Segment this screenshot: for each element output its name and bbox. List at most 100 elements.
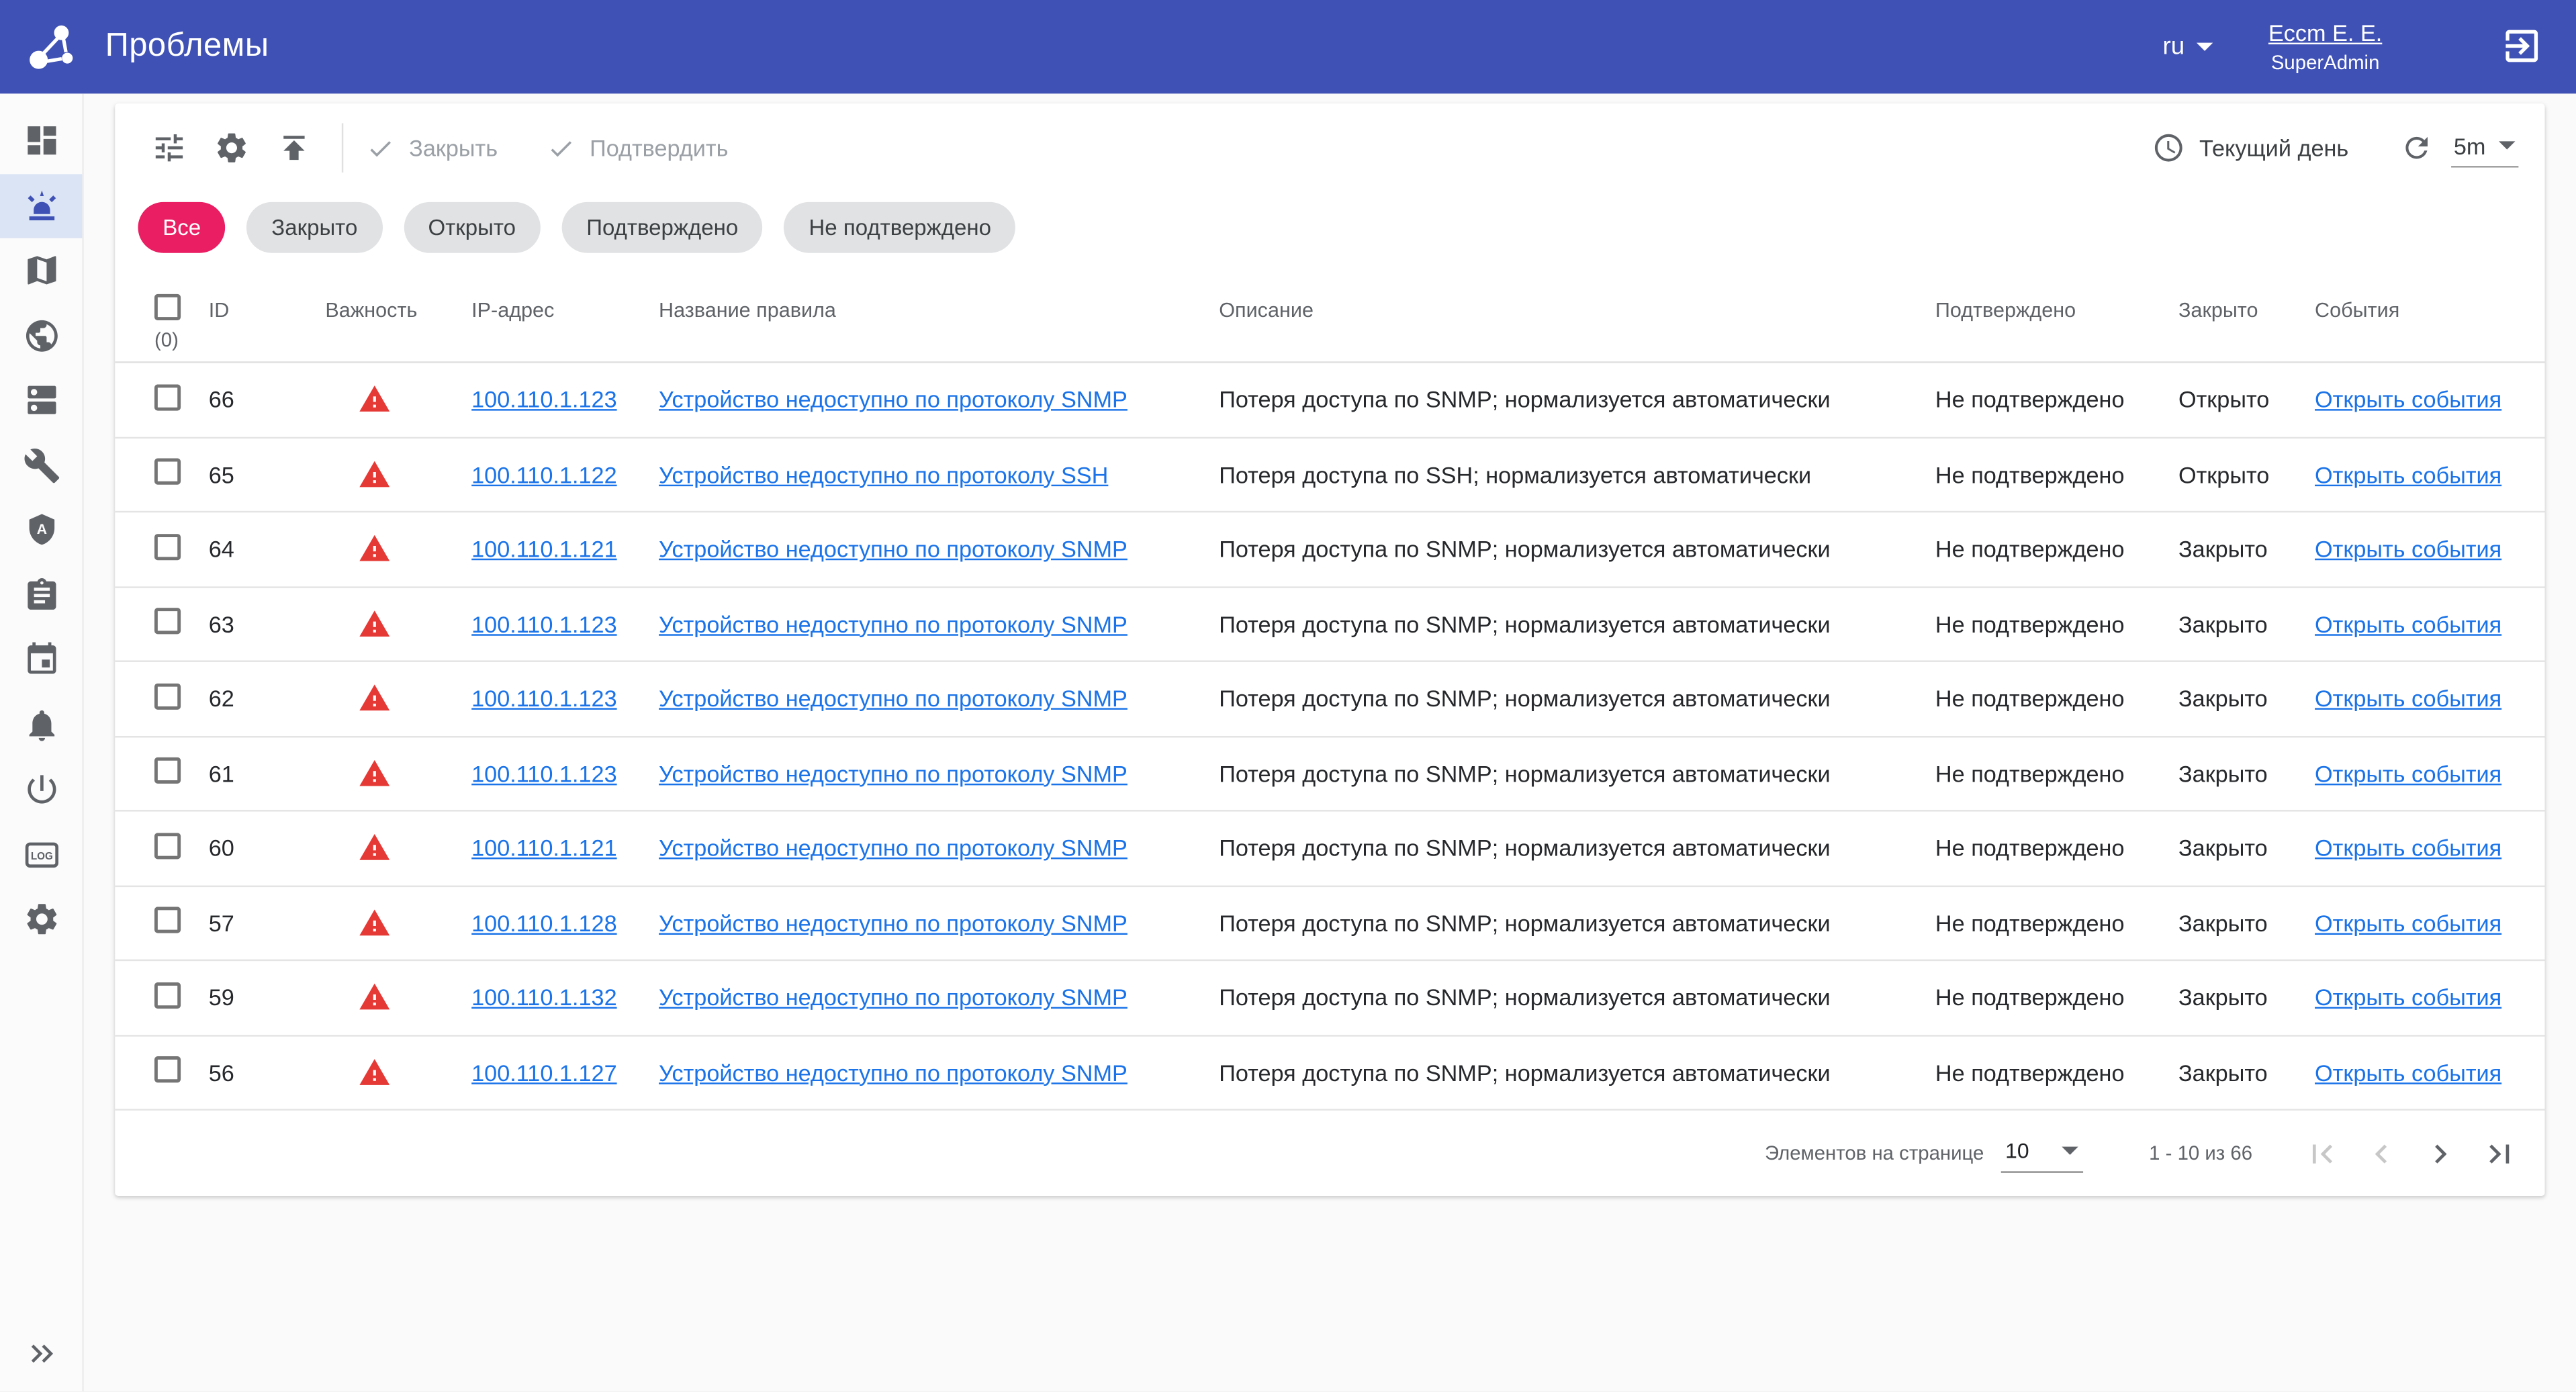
cell-severity (325, 757, 471, 790)
open-events-link[interactable]: Открыть события (2315, 387, 2501, 413)
sidebar-item-power[interactable] (0, 757, 82, 823)
row-checkbox[interactable] (154, 982, 181, 1008)
open-events-link[interactable]: Открыть события (2315, 610, 2501, 637)
filter-chip[interactable]: Открыто (404, 202, 541, 253)
filter-chip[interactable]: Закрыто (247, 202, 382, 253)
ip-address-link[interactable]: 100.110.1.121 (471, 536, 617, 562)
open-events-link[interactable]: Открыть события (2315, 760, 2501, 786)
page-size-value: 10 (2005, 1138, 2029, 1162)
sidebar-item-maps[interactable] (0, 238, 82, 304)
logout-button[interactable] (2500, 26, 2543, 68)
ip-address-link[interactable]: 100.110.1.128 (471, 910, 617, 936)
refresh-button[interactable] (2391, 123, 2440, 172)
rule-name-link[interactable]: Устройство недоступно по протоколу SNMP (659, 387, 1128, 413)
row-checkbox[interactable] (154, 907, 181, 933)
sidebar-expand-button[interactable] (0, 1326, 82, 1381)
column-header-events: События (2315, 294, 2545, 322)
cell-acknowledged: Не подтверждено (1935, 835, 2178, 861)
rule-name-link[interactable]: Устройство недоступно по протоколу SNMP (659, 610, 1128, 637)
ip-address-link[interactable]: 100.110.1.123 (471, 610, 617, 637)
row-checkbox[interactable] (154, 459, 181, 485)
open-events-link[interactable]: Открыть события (2315, 686, 2501, 712)
row-checkbox[interactable] (154, 1057, 181, 1083)
select-all-checkbox[interactable] (154, 294, 181, 320)
filter-chip-label: Подтверждено (586, 215, 738, 240)
cell-description: Потеря доступа по SNMP; нормализуется ав… (1219, 1059, 1935, 1085)
cell-description: Потеря доступа по SNMP; нормализуется ав… (1219, 835, 1935, 861)
export-button[interactable] (263, 117, 325, 179)
cell-description: Потеря доступа по SNMP; нормализуется ав… (1219, 760, 1935, 786)
close-problems-button[interactable]: Закрыть (367, 134, 498, 162)
filter-chip[interactable]: Не подтверждено (784, 202, 1016, 253)
ip-address-link[interactable]: 100.110.1.132 (471, 984, 617, 1011)
rule-name-link[interactable]: Устройство недоступно по протоколу SNMP (659, 835, 1128, 861)
previous-page-button[interactable] (2351, 1123, 2410, 1182)
ip-address-link[interactable]: 100.110.1.123 (471, 760, 617, 786)
filter-chip[interactable]: Подтверждено (562, 202, 763, 253)
next-page-button[interactable] (2410, 1123, 2469, 1182)
sidebar-item-notifications[interactable] (0, 692, 82, 757)
ip-address-link[interactable]: 100.110.1.121 (471, 835, 617, 861)
filter-settings-button[interactable] (138, 117, 201, 179)
row-checkbox[interactable] (154, 757, 181, 784)
svg-text:LOG: LOG (30, 850, 52, 862)
open-events-link[interactable]: Открыть события (2315, 1059, 2501, 1085)
column-header-rule: Название правила (659, 294, 1219, 322)
row-checkbox[interactable] (154, 608, 181, 635)
warning-triangle-icon (358, 981, 391, 1014)
sidebar-item-dashboard[interactable] (0, 108, 82, 173)
page-size-select[interactable]: 10 (2000, 1134, 2083, 1172)
app-logo-icon (23, 19, 79, 75)
open-events-link[interactable]: Открыть события (2315, 461, 2501, 488)
table-row: 65 100.110.1.122 Устройство недоступно п… (115, 438, 2544, 512)
rule-name-link[interactable]: Устройство недоступно по протоколу SNMP (659, 1059, 1128, 1085)
language-selector[interactable]: ru (2163, 33, 2213, 61)
warning-triangle-icon (358, 532, 391, 565)
rule-name-link[interactable]: Устройство недоступно по протоколу SNMP (659, 760, 1128, 786)
sidebar-item-security[interactable]: A (0, 498, 82, 563)
ip-address-link[interactable]: 100.110.1.123 (471, 387, 617, 413)
server-rack-icon (22, 381, 60, 419)
table-settings-button[interactable] (200, 117, 263, 179)
user-name-link[interactable]: Eccm Е. Е. (2268, 18, 2382, 49)
sidebar-item-logs[interactable]: LOG (0, 822, 82, 887)
rule-name-link[interactable]: Устройство недоступно по протоколу SNMP (659, 686, 1128, 712)
sidebar-item-tasks[interactable] (0, 563, 82, 628)
sidebar-item-devices[interactable] (0, 368, 82, 433)
open-events-link[interactable]: Открыть события (2315, 910, 2501, 936)
cell-closed: Закрыто (2178, 536, 2315, 562)
time-period-selector[interactable]: Текущий день (2152, 132, 2348, 165)
cell-closed: Закрыто (2178, 760, 2315, 786)
warning-triangle-icon (358, 682, 391, 715)
rule-name-link[interactable]: Устройство недоступно по протоколу SNMP (659, 536, 1128, 562)
row-checkbox[interactable] (154, 833, 181, 859)
acknowledge-problems-button[interactable]: Подтвердить (547, 134, 728, 162)
first-page-button[interactable] (2292, 1123, 2351, 1182)
sidebar-item-tools[interactable] (0, 433, 82, 498)
cell-description: Потеря доступа по SNMP; нормализуется ав… (1219, 686, 1935, 712)
user-menu: Eccm Е. Е. SuperAdmin (2268, 18, 2382, 76)
cell-closed: Закрыто (2178, 686, 2315, 712)
ip-address-link[interactable]: 100.110.1.122 (471, 461, 617, 488)
ip-address-link[interactable]: 100.110.1.123 (471, 686, 617, 712)
rule-name-link[interactable]: Устройство недоступно по протоколу SNMP (659, 910, 1128, 936)
filter-chip[interactable]: Все (138, 202, 226, 253)
sidebar-item-problems[interactable] (0, 173, 82, 238)
sidebar-item-network[interactable] (0, 303, 82, 368)
row-checkbox[interactable] (154, 384, 181, 410)
row-checkbox[interactable] (154, 533, 181, 559)
ip-address-link[interactable]: 100.110.1.127 (471, 1059, 617, 1085)
rule-name-link[interactable]: Устройство недоступно по протоколу SSH (659, 461, 1108, 488)
row-checkbox[interactable] (154, 683, 181, 709)
refresh-interval-select[interactable]: 5m (2450, 129, 2518, 167)
last-page-button[interactable] (2469, 1123, 2528, 1182)
sidebar-item-calendar[interactable] (0, 628, 82, 693)
open-events-link[interactable]: Открыть события (2315, 835, 2501, 861)
open-events-link[interactable]: Открыть события (2315, 984, 2501, 1011)
warning-triangle-icon (358, 757, 391, 790)
sidebar-item-settings[interactable] (0, 887, 82, 952)
rule-name-link[interactable]: Устройство недоступно по протоколу SNMP (659, 984, 1128, 1011)
cell-id: 56 (209, 1059, 326, 1085)
table-row: 64 100.110.1.121 Устройство недоступно п… (115, 512, 2544, 587)
open-events-link[interactable]: Открыть события (2315, 536, 2501, 562)
